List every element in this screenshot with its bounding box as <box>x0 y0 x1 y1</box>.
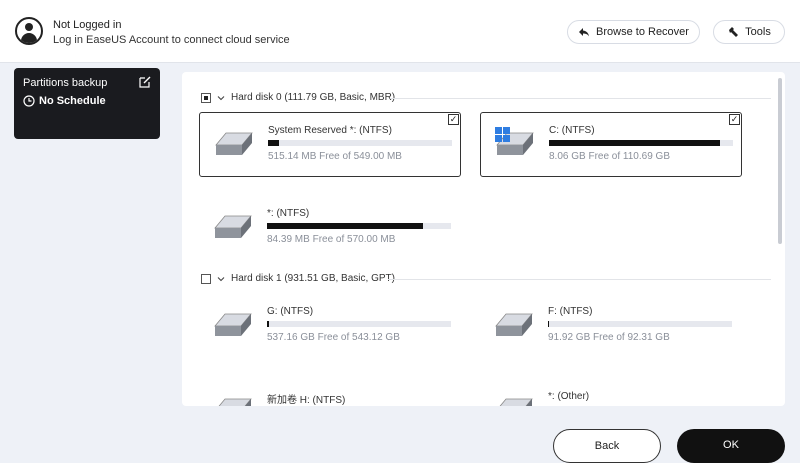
browse-to-recover-label: Browse to Recover <box>596 26 689 38</box>
top-bar: Not Logged in Log in EaseUS Account to c… <box>0 0 800 63</box>
usage-bar <box>267 321 451 327</box>
tools-label: Tools <box>745 26 771 38</box>
partition-g[interactable]: G: (NTFS) 537.16 GB Free of 543.12 GB <box>199 294 461 359</box>
disk-0-label: Hard disk 0 (111.79 GB, Basic, MBR) <box>231 92 396 103</box>
edit-icon[interactable] <box>139 76 151 88</box>
drive-icon <box>499 398 533 406</box>
clock-icon <box>23 95 35 107</box>
drive-icon <box>218 398 252 406</box>
avatar-icon[interactable] <box>15 17 43 45</box>
usage-bar <box>549 140 733 146</box>
partition-c[interactable]: ✓ C: (NTFS) 8.06 GB Free of 110.69 GB <box>480 112 742 177</box>
partition-checkbox[interactable]: ✓ <box>448 114 459 125</box>
vertical-scrollbar[interactable] <box>778 78 782 244</box>
back-arrow-icon <box>579 28 590 37</box>
partition-name: 新加卷 H: (NTFS) <box>267 395 346 406</box>
partition-name: C: (NTFS) <box>549 125 595 136</box>
browse-to-recover-button[interactable]: Browse to Recover <box>567 20 700 44</box>
windows-drive-icon <box>495 127 534 155</box>
partition-name: G: (NTFS) <box>267 306 314 317</box>
partition-free-space: 8.06 GB Free of 110.69 GB <box>549 151 670 162</box>
disk-0-divider <box>390 98 771 99</box>
usage-bar <box>268 140 452 146</box>
disk-1-label: Hard disk 1 (931.51 GB, Basic, GPT) <box>231 273 395 284</box>
disk-1-divider <box>388 279 771 280</box>
partitions-backup-card[interactable]: Partitions backup No Schedule <box>14 68 160 139</box>
partition-name: *: (Other) <box>548 391 590 402</box>
partition-unnamed-ntfs[interactable]: *: (NTFS) 84.39 MB Free of 570.00 MB <box>199 196 461 261</box>
backup-task-title: Partitions backup <box>23 77 108 89</box>
partition-free-space: 91.92 GB Free of 92.31 GB <box>548 332 670 343</box>
disk-1-checkbox[interactable] <box>201 273 211 284</box>
back-button-label: Back <box>594 440 620 452</box>
user-login-hint: Log in EaseUS Account to connect cloud s… <box>53 34 290 46</box>
partition-name: *: (NTFS) <box>267 208 310 219</box>
tools-button[interactable]: Tools <box>713 20 785 44</box>
user-status[interactable]: Not Logged in <box>53 19 122 31</box>
tools-icon <box>729 27 739 37</box>
disk-0-checkbox[interactable] <box>201 92 211 103</box>
disk-0-header: Hard disk 0 (111.79 GB, Basic, MBR) <box>201 92 395 103</box>
partition-free-space: 515.14 MB Free of 549.00 MB <box>268 151 402 162</box>
partition-free-space: 537.16 GB Free of 543.12 GB <box>267 332 400 343</box>
back-button[interactable]: Back <box>553 429 661 463</box>
partition-h[interactable]: 新加卷 H: (NTFS) <box>199 379 461 406</box>
usage-bar <box>548 321 732 327</box>
drive-icon <box>214 313 252 336</box>
partition-f[interactable]: F: (NTFS) 91.92 GB Free of 92.31 GB <box>480 294 742 359</box>
drive-icon <box>495 313 533 336</box>
partition-selection-panel: Hard disk 0 (111.79 GB, Basic, MBR) ✓ Sy… <box>182 72 785 406</box>
ok-button[interactable]: OK <box>677 429 785 463</box>
partition-name: System Reserved *: (NTFS) <box>268 125 392 136</box>
partition-system-reserved[interactable]: ✓ System Reserved *: (NTFS) 515.14 MB Fr… <box>199 112 461 177</box>
schedule-status: No Schedule <box>39 95 106 107</box>
chevron-down-icon[interactable] <box>217 94 225 102</box>
chevron-down-icon[interactable] <box>217 275 225 283</box>
partition-other[interactable]: *: (Other) <box>480 379 742 406</box>
partition-checkbox[interactable]: ✓ <box>729 114 740 125</box>
partition-free-space: 84.39 MB Free of 570.00 MB <box>267 234 396 245</box>
ok-button-label: OK <box>723 439 739 451</box>
partition-name: F: (NTFS) <box>548 306 593 317</box>
disk-1-header: Hard disk 1 (931.51 GB, Basic, GPT) <box>201 273 395 284</box>
drive-icon <box>215 132 253 155</box>
usage-bar <box>267 223 451 229</box>
drive-icon <box>214 215 252 238</box>
